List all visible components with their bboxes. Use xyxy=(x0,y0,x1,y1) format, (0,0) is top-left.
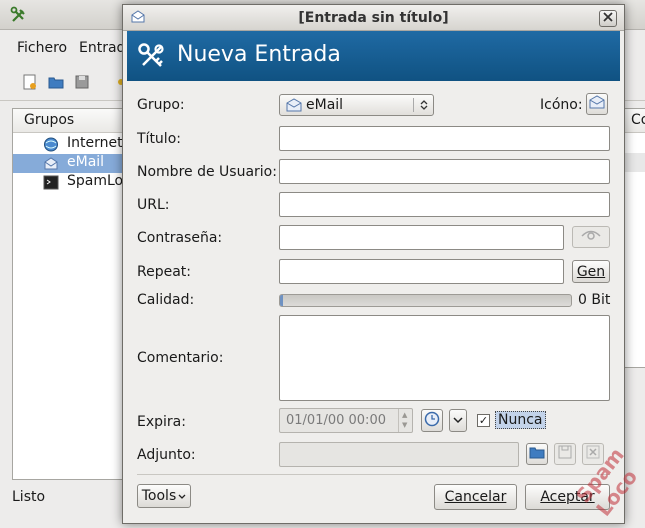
spin-down-icon: ▼ xyxy=(402,421,408,429)
clock-icon xyxy=(424,411,440,431)
group-label: SpamLo xyxy=(67,173,124,189)
generate-password-button[interactable]: Gen xyxy=(572,260,610,283)
attachment-label: Adjunto: xyxy=(137,447,196,463)
title-field[interactable] xyxy=(279,126,610,151)
banner-title: Nueva Entrada xyxy=(177,42,341,67)
title-input[interactable] xyxy=(280,127,609,150)
new-database-icon[interactable] xyxy=(18,70,42,94)
password-field[interactable] xyxy=(279,225,564,250)
tools-button[interactable]: Tools xyxy=(137,484,191,508)
spin-up-icon: ▲ xyxy=(402,411,408,419)
cancel-button[interactable]: Cancelar xyxy=(434,484,517,510)
repeat-input[interactable] xyxy=(280,260,563,283)
username-label: Nombre de Usuario: xyxy=(137,164,277,180)
repeat-label: Repeat: xyxy=(137,264,191,280)
folder-icon xyxy=(529,445,545,463)
keys-icon xyxy=(137,42,165,74)
repeat-field[interactable] xyxy=(279,259,564,284)
email-icon xyxy=(286,98,302,116)
attach-open-button[interactable] xyxy=(526,443,548,465)
group-item-spamloco[interactable]: SpamLo xyxy=(13,173,127,192)
quality-value: 0 Bit xyxy=(578,292,611,308)
url-input[interactable] xyxy=(280,193,609,216)
menu-entries[interactable]: Entrad xyxy=(79,40,125,56)
email-icon xyxy=(589,95,605,113)
dialog-banner: Nueva Entrada xyxy=(127,31,620,81)
group-label: Grupo: xyxy=(137,97,185,113)
groups-header[interactable]: Grupos xyxy=(13,109,127,133)
icon-picker-button[interactable] xyxy=(586,93,608,115)
icon-label: Icóno: xyxy=(540,97,583,113)
username-input[interactable] xyxy=(280,160,609,183)
quality-label: Calidad: xyxy=(137,292,195,308)
group-label: eMail xyxy=(67,154,105,170)
group-label: Internet xyxy=(67,135,123,151)
main-toolbar xyxy=(8,70,128,96)
cancel-label: Cancelar xyxy=(444,489,507,505)
globe-icon xyxy=(43,137,59,152)
dialog-title: [Entrada sin título] xyxy=(298,10,449,26)
close-icon xyxy=(603,11,613,26)
watermark-logo: Spam Loco xyxy=(566,446,645,528)
expiry-date-value: 01/01/00 00:00 xyxy=(286,413,386,428)
terminal-icon xyxy=(43,175,59,190)
group-select[interactable]: eMail xyxy=(279,94,434,116)
spin-buttons: ▲ ▼ xyxy=(398,409,412,432)
expires-label: Expira: xyxy=(137,414,186,430)
checkmark-icon: ✓ xyxy=(478,414,489,427)
generate-label: Gen xyxy=(576,263,606,280)
dialog-titlebar: [Entrada sin título] xyxy=(123,5,624,31)
comment-label: Comentario: xyxy=(137,350,224,366)
url-label: URL: xyxy=(137,197,170,213)
expiry-presets-button[interactable] xyxy=(421,409,443,432)
group-select-value: eMail xyxy=(306,97,344,113)
chevron-down-icon xyxy=(178,488,186,504)
eye-icon xyxy=(581,229,601,245)
new-entry-dialog: [Entrada sin título] Nueva Entrada Grupo… xyxy=(122,4,625,524)
comment-textarea[interactable] xyxy=(279,315,610,401)
expiry-menu-button[interactable] xyxy=(449,409,467,432)
chevron-down-icon xyxy=(453,413,463,428)
status-bar: Listo xyxy=(12,489,46,505)
email-icon xyxy=(43,156,59,171)
dialog-divider xyxy=(137,474,610,475)
select-divider xyxy=(413,98,414,112)
show-password-button[interactable] xyxy=(572,226,610,248)
never-expires-checkbox[interactable]: ✓ xyxy=(477,414,490,427)
save-database-icon[interactable] xyxy=(70,70,94,94)
expiry-date-spinner: 01/01/00 00:00 ▲ ▼ xyxy=(279,408,413,433)
group-item-email[interactable]: eMail xyxy=(13,154,127,173)
quality-fill xyxy=(280,295,283,306)
attachment-field xyxy=(279,442,519,467)
menu-file[interactable]: Fichero xyxy=(17,40,67,56)
never-expires-label[interactable]: Nunca xyxy=(495,411,546,429)
close-button[interactable] xyxy=(599,10,617,27)
url-field[interactable] xyxy=(279,192,610,217)
tools-label: Tools xyxy=(141,488,177,504)
group-item-internet[interactable]: Internet xyxy=(13,135,127,154)
password-input[interactable] xyxy=(280,226,563,249)
updown-arrows-icon xyxy=(417,96,431,114)
groups-panel: Grupos Internet eMail SpamLo xyxy=(12,108,128,480)
quality-bar xyxy=(279,294,572,307)
title-label: Título: xyxy=(137,131,181,147)
open-database-icon[interactable] xyxy=(44,70,68,94)
username-field[interactable] xyxy=(279,159,610,184)
keepassx-icon xyxy=(10,6,28,28)
password-label: Contraseña: xyxy=(137,230,223,246)
